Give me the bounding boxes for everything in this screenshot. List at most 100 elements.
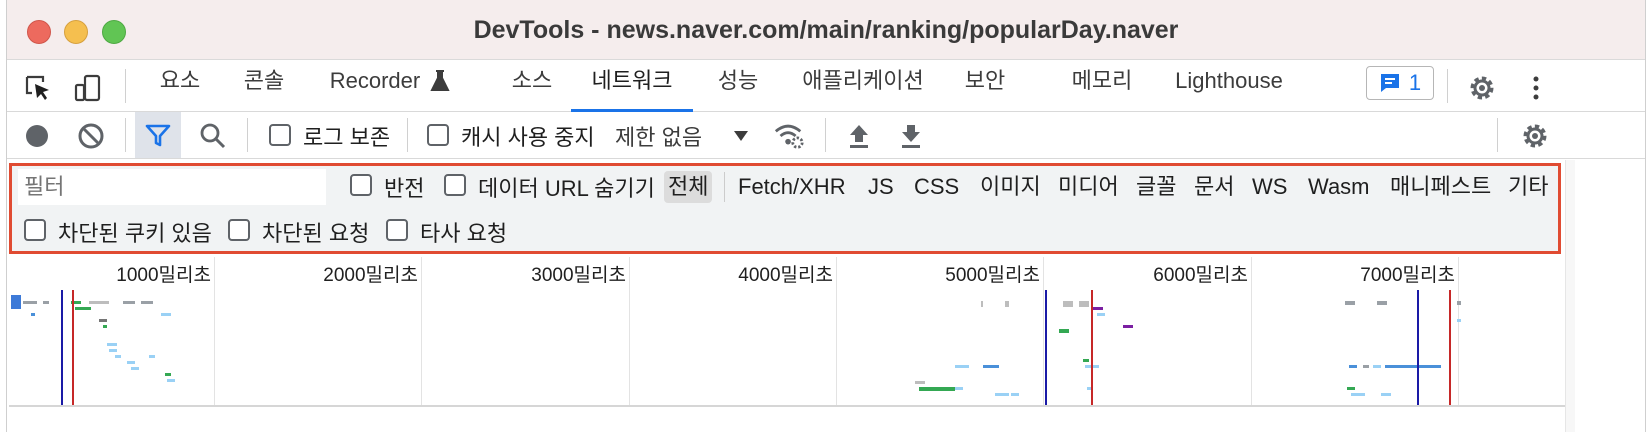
request-bar: [915, 381, 925, 384]
disable-cache-checkbox[interactable]: [427, 124, 449, 146]
title-bar: DevTools - news.naver.com/main/ranking/p…: [7, 0, 1645, 60]
request-bar: [131, 367, 139, 370]
timeline-tick-label: 2000밀리초: [323, 265, 418, 286]
upload-icon[interactable]: [843, 120, 875, 152]
invert-label: 반전: [384, 176, 425, 201]
timeline-gridline: [421, 257, 422, 407]
preserve-log-checkbox[interactable]: [269, 124, 291, 146]
type-filter-media[interactable]: 미디어: [1054, 171, 1123, 203]
issues-button[interactable]: 1: [1366, 66, 1434, 100]
filter-bar: 반전 데이터 URL 숨기기 전체 Fetch/XHR JS CSS 이미지 미…: [9, 163, 1561, 254]
tab-separator: [125, 69, 126, 103]
timeline-tick-label: 1000밀리초: [116, 265, 211, 286]
settings-gear-icon[interactable]: [1467, 73, 1497, 103]
type-filter-js[interactable]: JS: [864, 171, 898, 203]
request-bar: [1345, 301, 1355, 305]
request-bar: [995, 393, 1009, 396]
request-bar: [1381, 393, 1391, 396]
timeline-gridline: [214, 257, 215, 407]
request-bar: [1005, 301, 1009, 307]
network-conditions-icon[interactable]: [773, 120, 805, 152]
toolbar-separator: [247, 118, 248, 152]
request-bar: [1457, 301, 1461, 305]
type-filter-manifest[interactable]: 매니페스트: [1386, 171, 1495, 203]
request-bar: [1385, 365, 1441, 368]
request-bar: [1347, 387, 1355, 390]
clear-icon[interactable]: [75, 120, 107, 152]
timeline-tick-label: 7000밀리초: [1360, 265, 1455, 286]
request-bar: [1457, 319, 1461, 322]
inspect-element-icon[interactable]: [23, 73, 53, 103]
record-icon[interactable]: [21, 120, 53, 152]
request-bar: [107, 343, 117, 346]
type-filter-font[interactable]: 글꼴: [1132, 171, 1180, 203]
request-bar: [115, 355, 121, 358]
blocked-requests-checkbox[interactable]: [228, 219, 250, 241]
request-bar: [123, 301, 135, 304]
type-filter-ws[interactable]: WS: [1248, 171, 1291, 203]
message-icon: [1380, 74, 1399, 92]
request-bar: [161, 313, 171, 316]
tab-console[interactable]: 콘솔: [241, 61, 287, 112]
network-toolbar: 로그 보존 캐시 사용 중지 제한 없음: [7, 112, 1645, 159]
timeline-tick-label: 6000밀리초: [1153, 265, 1248, 286]
vertical-scrollbar[interactable]: [1565, 160, 1575, 432]
network-settings-gear-icon[interactable]: [1519, 120, 1551, 152]
hide-data-urls-checkbox[interactable]: [444, 174, 466, 196]
tab-performance[interactable]: 성능: [715, 61, 761, 112]
load-event-line: [1091, 290, 1093, 406]
blocked-cookies-label: 차단된 쿠키 있음: [58, 221, 212, 246]
tab-elements[interactable]: 요소: [157, 61, 203, 112]
third-party-checkbox[interactable]: [386, 219, 408, 241]
network-overview-timeline[interactable]: 1000밀리초 2000밀리초 3000밀리초 4000밀리초 5000밀리초 …: [9, 257, 1565, 432]
type-filter-images[interactable]: 이미지: [976, 171, 1045, 203]
disable-cache-label: 캐시 사용 중지: [461, 125, 595, 150]
tab-network[interactable]: 네트워크: [571, 61, 693, 112]
request-bar: [103, 325, 107, 328]
toolbar-separator: [825, 118, 826, 152]
tab-sources[interactable]: 소스: [509, 61, 555, 112]
blocked-cookies-checkbox[interactable]: [24, 219, 46, 241]
request-bar: [1377, 301, 1387, 305]
preserve-log-label: 로그 보존: [303, 125, 391, 150]
request-bar: [141, 301, 153, 304]
tab-lighthouse[interactable]: Lighthouse: [1171, 61, 1287, 112]
dom-content-loaded-line: [61, 290, 63, 406]
timeline-tick-label: 4000밀리초: [738, 265, 833, 286]
load-event-line: [1449, 290, 1451, 406]
type-filter-css[interactable]: CSS: [910, 171, 963, 203]
type-filter-other[interactable]: 기타: [1504, 171, 1552, 203]
invert-checkbox[interactable]: [350, 174, 372, 196]
filter-icon[interactable]: [135, 112, 181, 158]
filter-input[interactable]: [18, 169, 326, 205]
chevron-down-icon[interactable]: [725, 120, 757, 152]
timeline-tick-label: 5000밀리초: [945, 265, 1040, 286]
type-filter-wasm[interactable]: Wasm: [1304, 171, 1374, 203]
tab-recorder-label: Recorder: [329, 68, 421, 93]
request-bar: [167, 379, 175, 382]
request-bar: [1079, 301, 1089, 307]
more-options-icon[interactable]: [1521, 73, 1551, 103]
timeline-gridline: [1043, 257, 1044, 407]
device-toolbar-icon[interactable]: [73, 73, 103, 103]
request-bar: [75, 307, 91, 310]
type-filter-all[interactable]: 전체: [664, 171, 713, 203]
request-bar: [1363, 365, 1369, 368]
request-bar: [23, 301, 37, 304]
throttling-select[interactable]: 제한 없음: [615, 120, 702, 152]
request-bar: [1063, 301, 1073, 307]
search-icon[interactable]: [197, 120, 229, 152]
type-filter-fetch-xhr[interactable]: Fetch/XHR: [734, 171, 850, 203]
load-event-line: [72, 290, 74, 406]
toolbar-separator: [1497, 118, 1498, 152]
window-title: DevTools - news.naver.com/main/ranking/p…: [473, 16, 1179, 44]
download-icon[interactable]: [895, 120, 927, 152]
tab-memory[interactable]: 메모리: [1067, 61, 1137, 112]
tab-security[interactable]: 보안: [962, 61, 1008, 112]
type-filter-doc[interactable]: 문서: [1190, 171, 1238, 203]
hide-data-urls-label: 데이터 URL 숨기기: [478, 176, 655, 201]
devtools-window: DevTools - news.naver.com/main/ranking/p…: [6, 0, 1646, 432]
tab-application[interactable]: 애플리케이션: [799, 61, 927, 112]
request-bar: [11, 295, 21, 309]
tab-recorder[interactable]: Recorder: [327, 61, 423, 112]
